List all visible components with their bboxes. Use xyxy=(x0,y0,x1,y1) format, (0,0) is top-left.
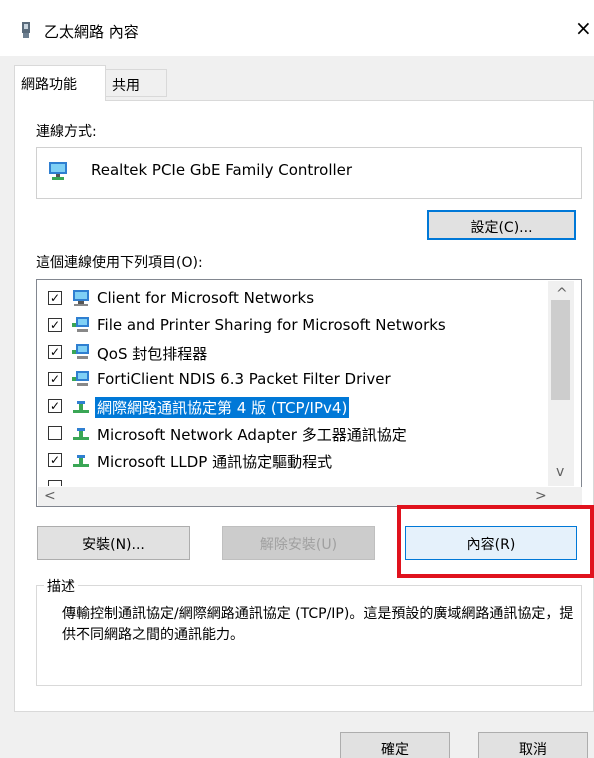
item-checkbox[interactable]: ✓ xyxy=(48,291,62,305)
description-text: 傳輸控制通訊協定/網際網路通訊協定 (TCP/IP)。這是預設的廣域網路通訊協定… xyxy=(62,606,574,643)
install-button[interactable]: 安裝(N)... xyxy=(37,526,190,560)
adapter-name: Realtek PCIe GbE Family Controller xyxy=(91,161,353,179)
network-client-icon xyxy=(73,290,89,306)
network-service-icon xyxy=(72,317,89,332)
protocol-icon xyxy=(73,401,89,413)
item-label: File and Printer Sharing for Microsoft N… xyxy=(97,316,446,334)
uninstall-button[interactable]: 解除安裝(U) xyxy=(222,526,375,560)
cancel-button[interactable]: 取消 xyxy=(478,732,588,758)
item-checkbox[interactable]: ✓ xyxy=(48,372,62,386)
item-checkbox[interactable]: ✓ xyxy=(48,399,62,413)
item-checkbox[interactable]: ✓ xyxy=(48,345,62,359)
scroll-left-icon[interactable]: < xyxy=(44,488,56,504)
protocol-icon xyxy=(73,455,89,467)
window-title: 乙太網路 內容 xyxy=(44,23,139,41)
tab-sharing[interactable]: 共用 xyxy=(105,69,167,97)
items-label: 這個連線使用下列項目(O): xyxy=(36,255,203,271)
title-bar: 乙太網路 內容 × xyxy=(0,0,594,56)
network-service-icon xyxy=(72,344,89,359)
list-item[interactable]: ✓ FortiClient NDIS 6.3 Packet Filter Dri… xyxy=(37,366,557,392)
horizontal-scrollbar[interactable] xyxy=(38,487,582,506)
item-label: Microsoft LLDP 通訊協定驅動程式 xyxy=(97,453,333,471)
network-service-icon xyxy=(72,371,89,386)
network-adapter-icon xyxy=(22,22,30,38)
list-item[interactable]: ✓ QoS 封包排程器 xyxy=(37,339,557,365)
description-legend: 描述 xyxy=(44,576,78,596)
scrollbar-thumb[interactable] xyxy=(551,300,570,400)
configure-button[interactable]: 設定(C)... xyxy=(427,210,576,240)
list-item[interactable]: ✓ Client for Microsoft Networks xyxy=(37,285,557,311)
list-item[interactable]: ✓ Microsoft LLDP 通訊協定驅動程式 xyxy=(37,447,557,473)
network-adapter-icon xyxy=(49,162,67,180)
tab-network[interactable]: 網路功能 xyxy=(14,65,106,101)
item-checkbox[interactable]: ✓ xyxy=(48,318,62,332)
scroll-down-icon[interactable]: v xyxy=(556,464,564,480)
protocol-icon xyxy=(73,428,89,440)
items-list[interactable]: ✓ Client for Microsoft Networks ✓ File a… xyxy=(36,279,582,507)
highlight-box xyxy=(397,505,594,578)
list-item[interactable]: Microsoft Network Adapter 多工器通訊協定 xyxy=(37,420,557,446)
list-item-selected[interactable]: ✓ 網際網路通訊協定第 4 版 (TCP/IPv4) xyxy=(37,393,557,419)
scroll-up-icon[interactable]: ^ xyxy=(556,286,568,302)
item-label: FortiClient NDIS 6.3 Packet Filter Drive… xyxy=(97,370,391,388)
scroll-right-icon[interactable]: > xyxy=(535,488,547,504)
item-label: Microsoft Network Adapter 多工器通訊協定 xyxy=(97,426,407,444)
item-label: QoS 封包排程器 xyxy=(97,345,208,363)
item-label: Client for Microsoft Networks xyxy=(97,289,315,307)
item-label: 網際網路通訊協定第 4 版 (TCP/IPv4) xyxy=(95,397,350,418)
item-checkbox[interactable] xyxy=(48,480,62,486)
ok-button[interactable]: 確定 xyxy=(340,732,450,758)
list-item[interactable]: ✓ File and Printer Sharing for Microsoft… xyxy=(37,312,557,338)
connect-using-label: 連線方式: xyxy=(36,124,97,140)
item-checkbox[interactable] xyxy=(48,426,62,440)
close-button[interactable]: × xyxy=(575,18,592,38)
item-checkbox[interactable]: ✓ xyxy=(48,453,62,467)
